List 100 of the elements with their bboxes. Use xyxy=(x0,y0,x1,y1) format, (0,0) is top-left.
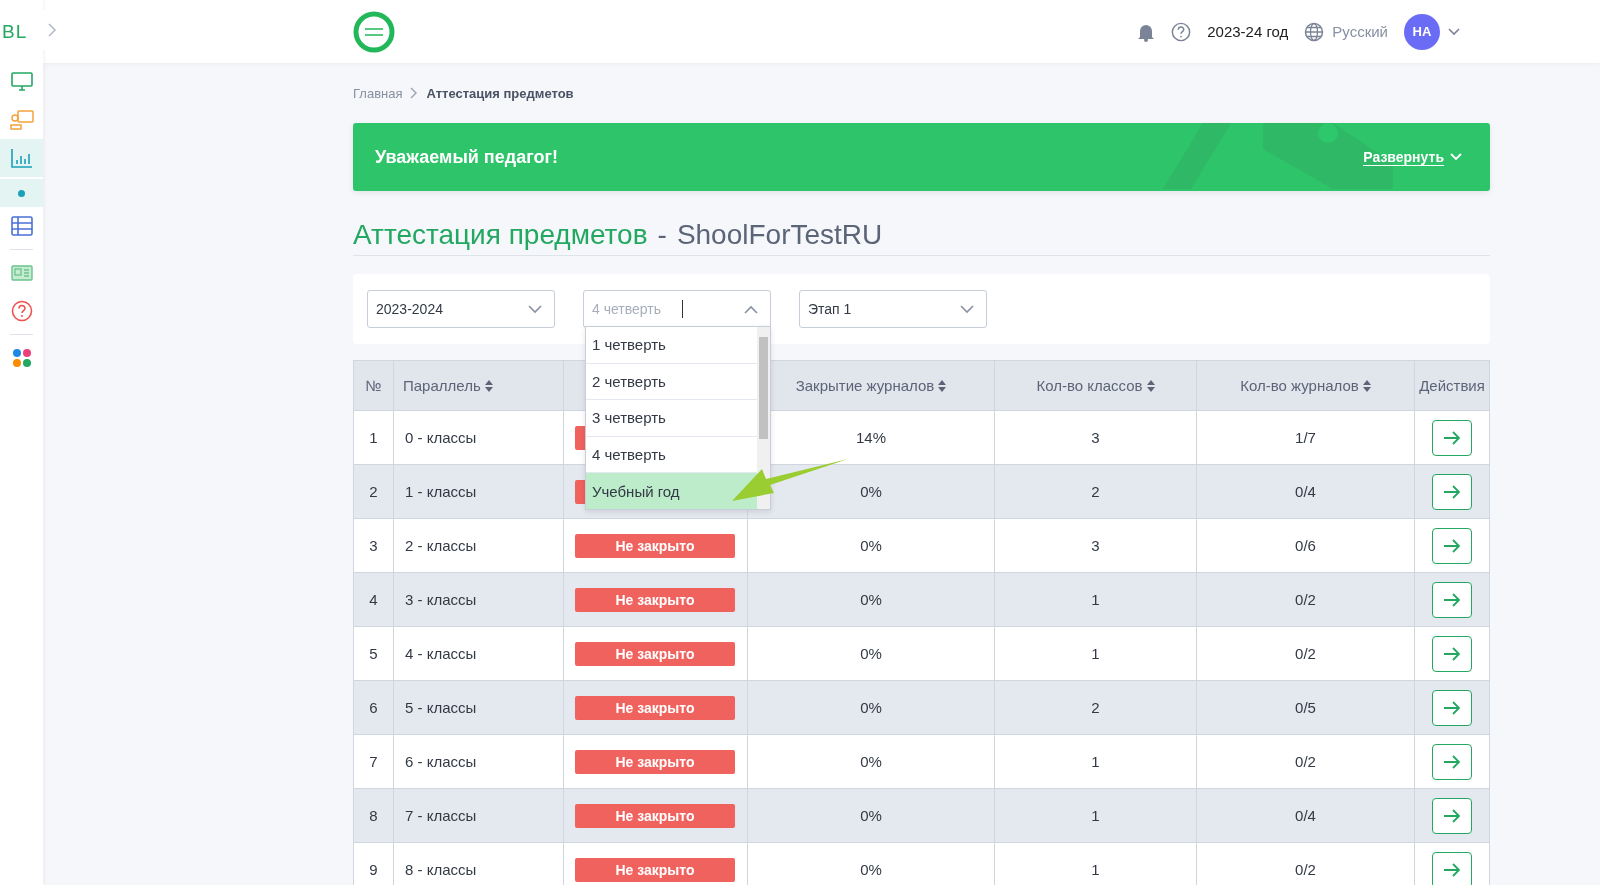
sortable-column-header[interactable]: Параллель xyxy=(403,377,493,394)
breadcrumb-item: Аттестация предметов xyxy=(426,85,574,101)
row-number: 4 xyxy=(369,591,378,608)
academic-year[interactable]: 2023-24 год xyxy=(1207,23,1289,40)
column-header: № xyxy=(365,377,382,394)
sortable-column-header[interactable]: Закрытие журналов xyxy=(795,377,947,394)
sidebar-item[interactable] xyxy=(0,139,43,177)
school-name: ShoolForTestRU xyxy=(676,219,883,250)
row-number: 1 xyxy=(369,429,378,446)
status-badge: Не закрыто xyxy=(575,641,735,666)
table-cell: 1 xyxy=(1091,591,1100,608)
chevron-right-icon xyxy=(47,23,57,37)
arrow-right-icon xyxy=(1443,861,1461,878)
select-field[interactable]: Этап 1 xyxy=(799,290,987,328)
row-number: 8 xyxy=(369,807,378,824)
chevron-down-icon xyxy=(1450,153,1462,161)
open-button[interactable] xyxy=(1432,689,1472,726)
table-cell: 0/4 xyxy=(1295,483,1316,500)
table-cell: 0% xyxy=(860,645,882,662)
id-card-icon xyxy=(10,264,33,282)
sortable-column-header[interactable]: Кол-во журналов xyxy=(1240,377,1371,394)
table-cell: 1 xyxy=(1091,807,1100,824)
table-cell: 0% xyxy=(860,807,882,824)
row-number: 5 xyxy=(369,645,378,662)
table-cell: 0% xyxy=(860,591,882,608)
apps-icon xyxy=(10,347,33,369)
open-button[interactable] xyxy=(1432,473,1472,510)
table-cell: 0% xyxy=(860,861,882,878)
table-cell: 1 xyxy=(1091,861,1100,878)
sortable-column-header[interactable]: Кол-во классов xyxy=(1036,377,1155,394)
status-badge: Не закрыто xyxy=(575,587,735,612)
row-number: 2 xyxy=(369,483,378,500)
select-field[interactable]: 2023-2024 xyxy=(367,290,555,328)
table-cell: 0/5 xyxy=(1295,699,1316,716)
open-button[interactable] xyxy=(1432,419,1472,456)
status-badge: Не закрыто xyxy=(575,803,735,828)
sidebar-item[interactable] xyxy=(0,179,43,207)
open-button[interactable] xyxy=(1432,743,1472,780)
open-button[interactable] xyxy=(1432,851,1472,885)
row-number: 3 xyxy=(369,537,378,554)
table-cell: 0/6 xyxy=(1295,537,1316,554)
sort-icon[interactable] xyxy=(938,379,947,392)
row-number: 9 xyxy=(369,861,378,878)
table-cell: 1 xyxy=(1091,645,1100,662)
table-cell: 3 xyxy=(1091,537,1100,554)
table-cell: 2 xyxy=(1091,699,1100,716)
table-cell: 4 - классы xyxy=(405,645,477,662)
table-cell: 1 - классы xyxy=(405,483,477,500)
help-icon[interactable] xyxy=(1171,21,1192,42)
status-badge: Не закрыто xyxy=(575,857,735,882)
dot-icon xyxy=(18,189,25,197)
table-cell: 0/2 xyxy=(1295,645,1316,662)
language-selector[interactable]: Русский xyxy=(1332,23,1388,40)
table-cell: 14% xyxy=(856,429,886,446)
globe-icon[interactable] xyxy=(1304,21,1325,42)
row-number: 6 xyxy=(369,699,378,716)
sort-icon[interactable] xyxy=(484,379,493,392)
table-cell: 3 - классы xyxy=(405,591,477,608)
table-cell: 1/7 xyxy=(1295,429,1316,446)
table-cell: 0% xyxy=(860,483,882,500)
open-button[interactable] xyxy=(1432,797,1472,834)
row-number: 7 xyxy=(369,753,378,770)
table-cell: 0/2 xyxy=(1295,591,1316,608)
chevron-right-icon xyxy=(410,87,419,99)
arrow-right-icon xyxy=(1443,483,1461,500)
arrow-right-icon xyxy=(1443,699,1461,716)
monitor-icon xyxy=(10,72,33,92)
status-badge: Не закрыто xyxy=(575,749,735,774)
help-icon xyxy=(10,300,33,322)
arrow-right-icon xyxy=(1443,429,1461,446)
logo[interactable]: BL xyxy=(0,20,28,43)
table-cell: 0% xyxy=(860,753,882,770)
arrow-right-icon xyxy=(1443,753,1461,770)
breadcrumb-item[interactable]: Главная xyxy=(353,85,403,101)
user-avatar[interactable]: НА xyxy=(1404,13,1440,50)
sort-icon[interactable] xyxy=(1146,379,1155,392)
arrow-right-icon xyxy=(1443,537,1461,554)
table-cell: 0/2 xyxy=(1295,861,1316,878)
open-button[interactable] xyxy=(1432,635,1472,672)
table-icon xyxy=(10,216,33,236)
table-cell: 8 - классы xyxy=(405,861,477,878)
title-separator: - xyxy=(657,219,667,250)
search-input[interactable]: 4 четверть xyxy=(592,301,676,317)
open-button[interactable] xyxy=(1432,527,1472,564)
table-cell: 0/2 xyxy=(1295,753,1316,770)
column-header: Действия xyxy=(1419,377,1485,394)
dropdown-option[interactable]: Учебный год xyxy=(586,473,757,509)
table-cell: 2 - классы xyxy=(405,537,477,554)
bar-chart-icon xyxy=(10,148,33,168)
table-cell: 2 xyxy=(1091,483,1100,500)
status-badge: Не закрыто xyxy=(575,533,735,558)
open-button[interactable] xyxy=(1432,581,1472,618)
select-field[interactable]: 4 четверть xyxy=(583,290,771,328)
table-cell: 0 - классы xyxy=(405,429,477,446)
logo[interactable] xyxy=(353,10,395,53)
table-cell: 7 - классы xyxy=(405,807,477,824)
sort-icon[interactable] xyxy=(1362,379,1371,392)
table-cell: 1 xyxy=(1091,753,1100,770)
banner-title: Уважаемый педагог! xyxy=(375,146,558,168)
chevron-down-icon[interactable] xyxy=(1448,27,1460,36)
